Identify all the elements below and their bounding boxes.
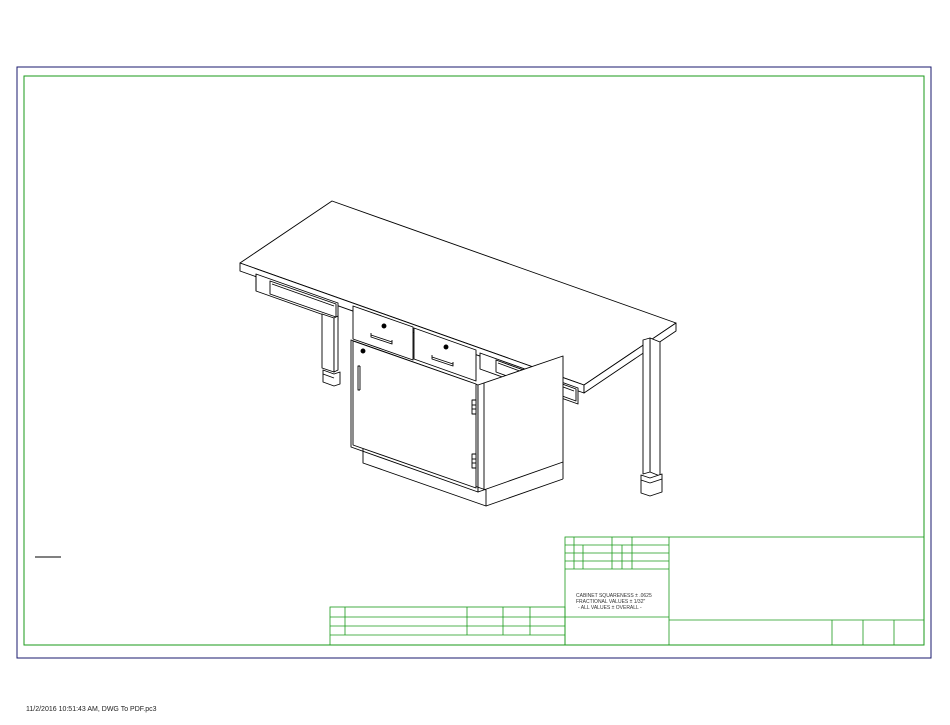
note-overall: - ALL VALUES ± OVERALL -: [578, 605, 642, 611]
table-drawing: [239, 200, 677, 507]
plot-stamp: 11/2/2016 10:51:43 AM, DWG To PDF.pc3: [26, 706, 157, 713]
right-leg: [640, 337, 663, 497]
drawing-sheet: CABINET SQUARENESS ± .0625 FRACTIONAL VA…: [16, 66, 932, 659]
title-block: [329, 536, 925, 646]
left-leg: [321, 313, 341, 387]
